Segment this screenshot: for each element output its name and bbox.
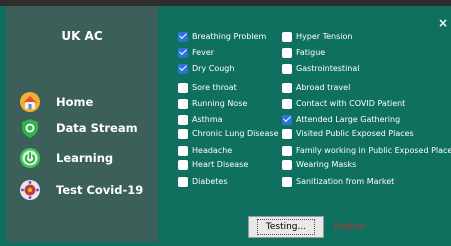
symptom-fever[interactable]: Fever: [178, 46, 214, 59]
virus-icon: [19, 179, 41, 201]
checkbox[interactable]: [282, 31, 292, 42]
symptom-visited-public-places[interactable]: Visited Public Exposed Places: [282, 127, 414, 140]
nav-data-stream-label: Data Stream: [56, 121, 138, 135]
symptom-heart-disease[interactable]: Heart Disease: [178, 158, 248, 171]
sidebar: UK AC Home Data Stream Learning Test Cov…: [6, 6, 158, 242]
checkbox[interactable]: [282, 114, 292, 125]
symptom-running-nose[interactable]: Running Nose: [178, 97, 247, 110]
checkbox[interactable]: [178, 63, 188, 74]
testing-button[interactable]: Testing...: [248, 216, 324, 238]
home-icon: [19, 91, 41, 113]
app-window: UK AC Home Data Stream Learning Test Cov…: [0, 0, 451, 246]
symptom-chronic-lung-disease[interactable]: Chronic Lung Disease: [178, 127, 278, 140]
symptom-diabetes[interactable]: Diabetes: [178, 175, 228, 188]
checkbox[interactable]: [178, 128, 188, 139]
symptom-contact-covid[interactable]: Contact with COVID Patient: [282, 97, 405, 110]
checkbox[interactable]: [282, 176, 292, 187]
nav-learning-label: Learning: [56, 151, 114, 165]
testing-button-label: Testing...: [256, 219, 316, 235]
test-result: Positive: [334, 222, 365, 231]
checkbox[interactable]: [282, 159, 292, 170]
checkbox[interactable]: [178, 47, 188, 58]
checkbox[interactable]: [178, 31, 188, 42]
power-icon: [19, 147, 41, 169]
symptom-hyper-tension[interactable]: Hyper Tension: [282, 30, 352, 43]
symptom-panel: × Breathing Problem Fever Dry Cough Sore…: [158, 6, 451, 242]
checkbox[interactable]: [282, 47, 292, 58]
checkbox[interactable]: [178, 98, 188, 109]
checkbox[interactable]: [178, 176, 188, 187]
nav-home[interactable]: Home: [19, 90, 158, 114]
app-title: UK AC: [61, 29, 103, 43]
shield-icon: [19, 117, 41, 139]
symptom-headache[interactable]: Headache: [178, 144, 232, 157]
symptom-sanitization[interactable]: Sanitization from Market: [282, 175, 394, 188]
symptom-sore-throat[interactable]: Sore throat: [178, 81, 237, 94]
nav-test-covid-label: Test Covid-19: [56, 183, 144, 197]
symptom-large-gathering[interactable]: Attended Large Gathering: [282, 113, 400, 126]
checkbox[interactable]: [282, 82, 292, 93]
checkbox[interactable]: [282, 63, 292, 74]
checkbox[interactable]: [178, 114, 188, 125]
nav-learning[interactable]: Learning: [19, 146, 158, 170]
symptom-breathing-problem[interactable]: Breathing Problem: [178, 30, 266, 43]
symptom-wearing-masks[interactable]: Wearing Masks: [282, 158, 356, 171]
close-icon[interactable]: ×: [438, 16, 448, 30]
checkbox[interactable]: [282, 128, 292, 139]
checkbox[interactable]: [178, 82, 188, 93]
symptom-gastrointestinal[interactable]: Gastrointestinal: [282, 62, 360, 75]
symptom-asthma[interactable]: Asthma: [178, 113, 223, 126]
checkbox[interactable]: [282, 145, 292, 156]
symptom-dry-cough[interactable]: Dry Cough: [178, 62, 234, 75]
symptom-fatigue[interactable]: Fatigue: [282, 46, 325, 59]
checkbox[interactable]: [178, 159, 188, 170]
symptom-family-public-places[interactable]: Family working in Public Exposed Places: [282, 144, 451, 157]
checkbox[interactable]: [282, 98, 292, 109]
nav-data-stream[interactable]: Data Stream: [19, 116, 158, 140]
nav-home-label: Home: [56, 95, 94, 109]
nav-test-covid[interactable]: Test Covid-19: [19, 178, 158, 202]
checkbox[interactable]: [178, 145, 188, 156]
symptom-abroad-travel[interactable]: Abroad travel: [282, 81, 350, 94]
